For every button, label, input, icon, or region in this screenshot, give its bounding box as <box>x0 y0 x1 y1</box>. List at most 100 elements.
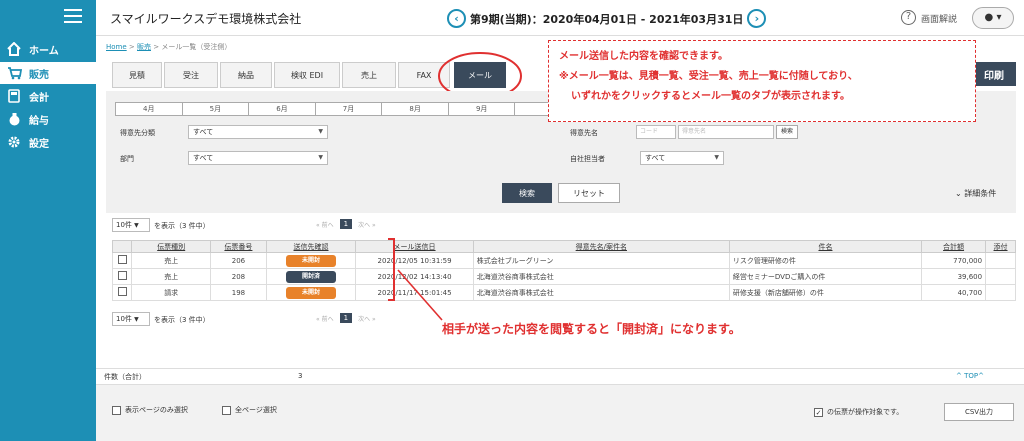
prev-page-link[interactable]: « 前へ <box>316 314 334 323</box>
next-page-link[interactable]: 次へ » <box>358 220 376 229</box>
customer-name-label: 得意先名 <box>570 129 598 137</box>
tab-estimate[interactable]: 見積 <box>112 62 162 88</box>
select-all-pages[interactable]: 全ページ選択 <box>222 405 277 415</box>
count-label: 件数（合計） <box>104 373 146 381</box>
department-label: 部門 <box>120 155 134 163</box>
breadcrumb-home[interactable]: Home <box>106 43 127 51</box>
row-customer: 株式会社ブルーグリーン <box>472 252 730 269</box>
row-checkbox[interactable] <box>117 271 127 280</box>
chevron-down-icon: ⌄ <box>955 189 962 198</box>
search-button[interactable]: 検索 <box>502 183 552 203</box>
month-cell[interactable]: 4月 <box>116 103 183 115</box>
table-row: 売上 206 未開封 2020/12/05 10:31:59 株式会社ブルーグリ… <box>111 252 1016 269</box>
row-amount: 770,000 <box>921 252 987 269</box>
count-bar: 件数（合計） 3 ^ TOP^ <box>96 368 1024 384</box>
help-icon[interactable]: ? <box>901 10 916 25</box>
tab-inspection-edi[interactable]: 検収 EDI <box>274 62 340 88</box>
reset-button[interactable]: リセット <box>558 183 620 203</box>
dropdown-arrow-icon: ▼ <box>134 222 139 229</box>
sidebar-item-label: 給与 <box>29 115 49 127</box>
row-checkbox[interactable] <box>117 255 127 264</box>
csv-export-button[interactable]: CSV出力 <box>944 403 1014 421</box>
checkbox[interactable] <box>222 405 231 415</box>
user-icon: ● <box>984 12 994 23</box>
sidebar-item-label: 会計 <box>29 92 49 104</box>
sidebar-item-sales[interactable]: 販売 <box>0 62 96 84</box>
month-cell[interactable]: 7月 <box>316 103 383 115</box>
mail-table: 伝票種別 伝票番号 送信先確認 メール送信日 得意先名/案件名 件名 合計額 添… <box>111 240 1016 301</box>
row-checkbox[interactable] <box>117 287 127 296</box>
header-attachment[interactable]: 添付 <box>985 240 1016 253</box>
row-number-link[interactable]: 208 <box>210 268 267 285</box>
month-cell[interactable]: 8月 <box>382 103 449 115</box>
row-customer: 北海道渋谷商事株式会社 <box>472 284 730 301</box>
tab-delivery[interactable]: 納品 <box>220 62 272 88</box>
home-icon <box>4 41 24 57</box>
header-recipient-check[interactable]: 送信先確認 <box>265 240 357 253</box>
per-page-select-bottom[interactable]: 10件 ▼ <box>112 312 150 326</box>
pagination-bottom: « 前へ 1 次へ » <box>316 313 376 323</box>
staff-select[interactable]: すべて ▼ <box>640 151 724 165</box>
tab-sales[interactable]: 売上 <box>342 62 396 88</box>
status-badge: 未開封 <box>286 254 337 267</box>
per-page-label: を表示（3 件中） <box>154 222 210 230</box>
checked-icon: ✓ <box>814 407 823 417</box>
month-cell[interactable]: 6月 <box>249 103 316 115</box>
select-page-only[interactable]: 表示ページのみ選択 <box>112 405 188 415</box>
next-page-link[interactable]: 次へ » <box>358 314 376 323</box>
sidebar-item-label: 販売 <box>29 69 49 81</box>
sidebar-item-accounting[interactable]: 会計 <box>4 85 94 107</box>
department-select[interactable]: すべて ▼ <box>188 151 328 165</box>
month-cell[interactable]: 5月 <box>183 103 250 115</box>
header-subject[interactable]: 件名 <box>728 240 923 253</box>
row-type: 請求 <box>131 284 212 301</box>
customer-category-select[interactable]: すべて ▼ <box>188 125 328 139</box>
sidebar-item-label: 設定 <box>29 138 49 150</box>
previous-period-icon[interactable]: ‹ <box>447 9 466 28</box>
print-button[interactable]: 印刷 <box>972 62 1016 86</box>
header-type[interactable]: 伝票種別 <box>131 240 212 253</box>
staff-label: 自社担当者 <box>570 155 605 163</box>
checkbox[interactable] <box>112 405 121 415</box>
row-type: 売上 <box>131 252 212 269</box>
row-number-link[interactable]: 198 <box>210 284 267 301</box>
breadcrumb-sales[interactable]: 販売 <box>137 43 151 51</box>
current-page[interactable]: 1 <box>339 219 353 229</box>
per-page-select[interactable]: 10件 ▼ <box>112 218 150 232</box>
money-bag-icon <box>4 111 24 127</box>
customer-search-button[interactable]: 検索 <box>776 125 798 139</box>
sidebar-item-home[interactable]: ホーム <box>4 38 94 60</box>
sidebar-item-payroll[interactable]: 給与 <box>4 108 94 130</box>
row-number-link[interactable]: 206 <box>210 252 267 269</box>
table-row: 売上 208 開封済 2020/12/02 14:13:40 北海道渋谷商事株式… <box>111 268 1016 285</box>
header-customer[interactable]: 得意先名/案件名 <box>472 240 730 253</box>
period-selector: ‹ 第9期(当期)：2020年04月01日 - 2021年03月31日 › <box>443 9 770 28</box>
dropdown-arrow-icon: ▼ <box>318 128 323 135</box>
pagination-top: « 前へ 1 次へ » <box>316 219 376 229</box>
customer-name-input[interactable]: 得意先名 <box>678 125 774 139</box>
breadcrumb: Home > 販売 > メール一覧（受注側） <box>106 43 232 51</box>
count-value: 3 <box>298 372 303 380</box>
annotation-bracket-arrow <box>388 238 443 321</box>
prev-page-link[interactable]: « 前へ <box>316 220 334 229</box>
breadcrumb-current: メール一覧（受注側） <box>161 43 232 51</box>
hamburger-menu-icon[interactable] <box>64 9 82 23</box>
header-number[interactable]: 伝票番号 <box>210 240 267 253</box>
annotation-line: ※メール一覧は、見積一覧、受注一覧、売上一覧に付随しており、 <box>559 71 858 82</box>
status-badge: 未開封 <box>286 286 337 299</box>
current-page[interactable]: 1 <box>339 313 353 323</box>
period-label: 第9期(当期)：2020年04月01日 - 2021年03月31日 <box>470 12 744 26</box>
help-link[interactable]: 画面解説 <box>921 12 957 25</box>
customer-code-input[interactable]: コード <box>636 125 676 139</box>
sidebar: ホーム 販売 会計 給与 設定 <box>0 0 96 441</box>
dropdown-arrow-icon: ▼ <box>318 154 323 161</box>
month-cell[interactable]: 9月 <box>449 103 516 115</box>
sidebar-item-settings[interactable]: 設定 <box>4 131 94 153</box>
company-name: スマイルワークスデモ環境株式会社 <box>110 12 302 26</box>
header-amount[interactable]: 合計額 <box>921 240 987 253</box>
detail-conditions-toggle[interactable]: ⌄ 詳細条件 <box>955 188 996 199</box>
tab-order[interactable]: 受注 <box>164 62 218 88</box>
top-link[interactable]: ^ TOP^ <box>956 372 984 380</box>
next-period-icon[interactable]: › <box>747 9 767 28</box>
user-menu-button[interactable]: ● ▾ <box>972 7 1014 29</box>
